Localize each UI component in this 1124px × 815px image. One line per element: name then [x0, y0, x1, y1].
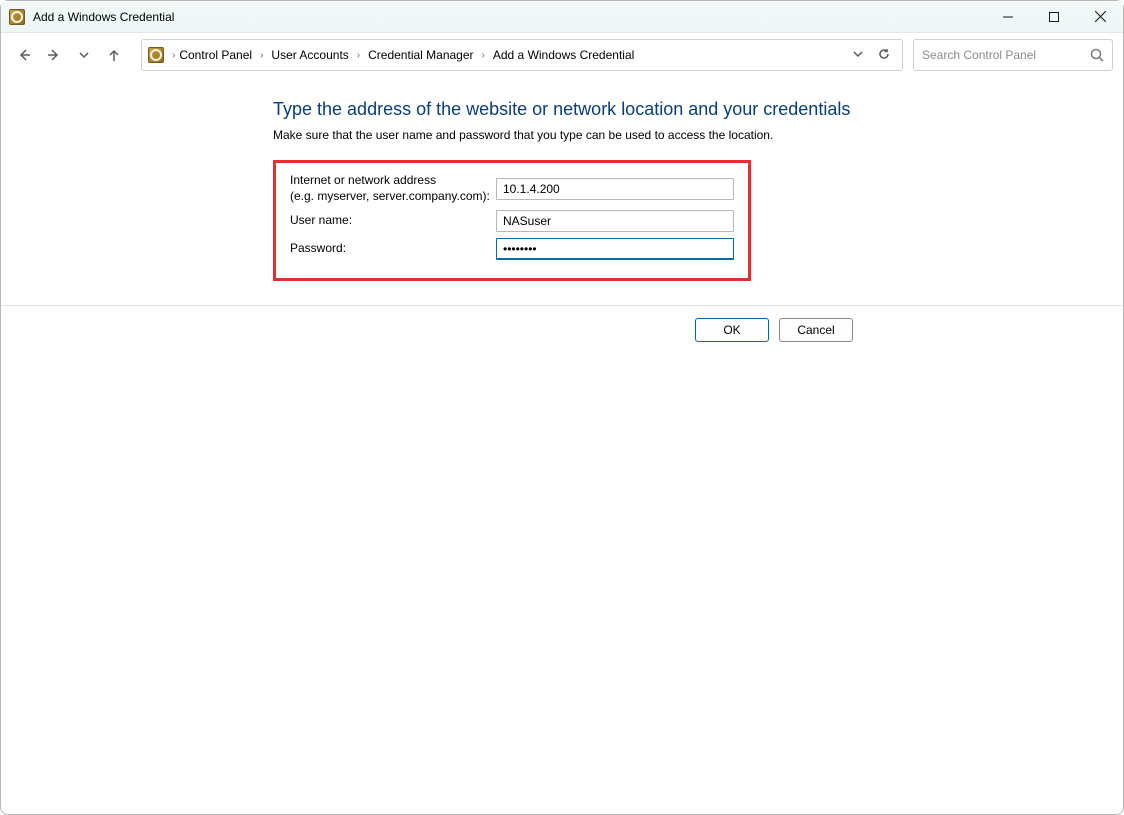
breadcrumb-chevron-icon[interactable]: ›	[480, 50, 487, 61]
minimize-button[interactable]	[985, 1, 1031, 33]
search-box[interactable]	[913, 39, 1113, 71]
breadcrumb-chevron-icon[interactable]: ›	[170, 50, 177, 61]
chevron-down-icon	[77, 48, 91, 62]
navigation-row: › Control Panel › User Accounts › Creden…	[1, 33, 1123, 77]
ok-button[interactable]: OK	[695, 318, 769, 342]
address-bar[interactable]: › Control Panel › User Accounts › Creden…	[141, 39, 903, 71]
address-input[interactable]	[496, 178, 734, 200]
cancel-button[interactable]: Cancel	[779, 318, 853, 342]
page-heading: Type the address of the website or netwo…	[273, 99, 1123, 120]
close-icon	[1095, 11, 1106, 22]
breadcrumb-chevron-icon[interactable]: ›	[258, 50, 265, 61]
forward-button[interactable]	[41, 42, 67, 68]
up-arrow-icon	[107, 48, 121, 62]
address-label: Internet or network address (e.g. myserv…	[290, 173, 496, 204]
recent-locations-button[interactable]	[71, 42, 97, 68]
breadcrumb-credential-manager[interactable]: Credential Manager	[366, 46, 475, 64]
back-arrow-icon	[17, 48, 31, 62]
breadcrumb-add-credential[interactable]: Add a Windows Credential	[491, 46, 636, 64]
password-input[interactable]	[496, 238, 734, 260]
breadcrumb-control-panel[interactable]: Control Panel	[177, 46, 254, 64]
chevron-down-icon	[852, 48, 864, 60]
window-title: Add a Windows Credential	[33, 10, 174, 24]
password-label: Password:	[290, 241, 496, 257]
back-button[interactable]	[11, 42, 37, 68]
maximize-button[interactable]	[1031, 1, 1077, 33]
title-bar: Add a Windows Credential	[1, 1, 1123, 33]
maximize-icon	[1049, 12, 1059, 22]
address-dropdown-button[interactable]	[852, 48, 864, 63]
refresh-icon	[878, 48, 890, 60]
breadcrumb-chevron-icon[interactable]: ›	[355, 50, 362, 61]
search-icon	[1090, 48, 1104, 62]
page-subtext: Make sure that the user name and passwor…	[273, 128, 1123, 142]
forward-arrow-icon	[47, 48, 61, 62]
refresh-button[interactable]	[878, 48, 890, 63]
credential-manager-icon	[9, 9, 25, 25]
up-button[interactable]	[101, 42, 127, 68]
breadcrumb: Control Panel › User Accounts › Credenti…	[177, 46, 846, 64]
minimize-icon	[1003, 12, 1013, 22]
breadcrumb-user-accounts[interactable]: User Accounts	[269, 46, 350, 64]
search-input[interactable]	[922, 48, 1090, 62]
username-input[interactable]	[496, 210, 734, 232]
credential-form-highlight: Internet or network address (e.g. myserv…	[273, 160, 751, 281]
dialog-buttons: OK Cancel	[1, 306, 1123, 342]
close-button[interactable]	[1077, 1, 1123, 33]
control-panel-icon	[148, 47, 164, 63]
username-label: User name:	[290, 213, 496, 229]
main-content: Type the address of the website or netwo…	[1, 77, 1123, 281]
